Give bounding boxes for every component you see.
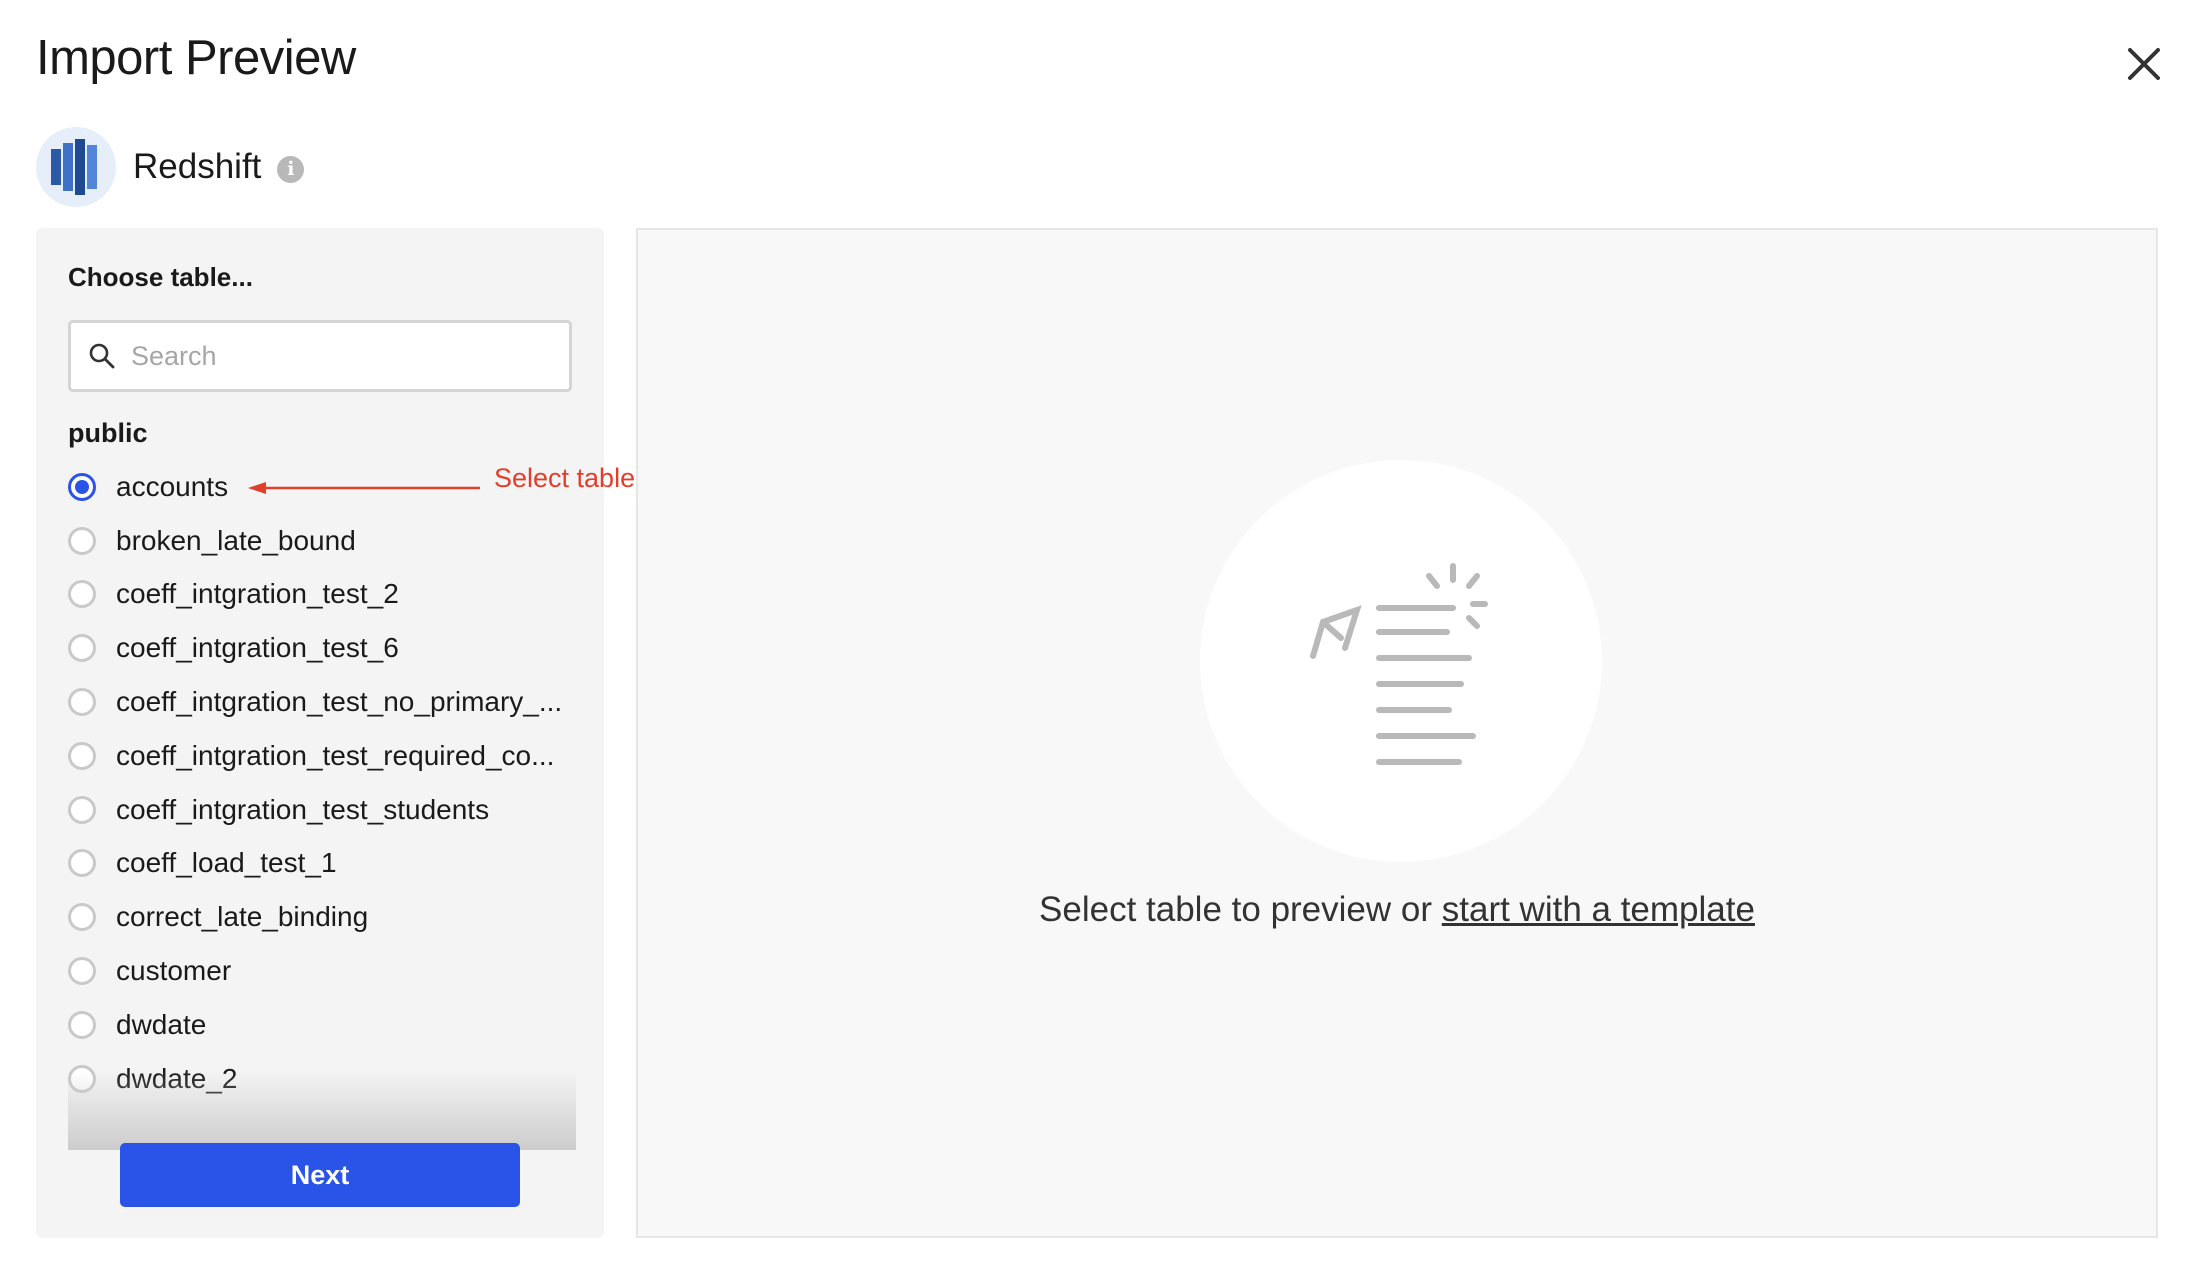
table-option[interactable]: coeff_intgration_test_2: [68, 568, 576, 622]
table-option[interactable]: dwdate: [68, 998, 576, 1052]
preview-panel: Select table to preview or start with a …: [636, 228, 2158, 1238]
table-option[interactable]: dwdate_2: [68, 1052, 576, 1106]
radio-unchecked[interactable]: [68, 526, 96, 555]
info-icon[interactable]: i: [277, 155, 305, 183]
table-option[interactable]: coeff_intgration_test_students: [68, 783, 576, 837]
table-option-label: accounts: [116, 470, 229, 502]
dialog-title: Import Preview: [36, 31, 356, 85]
search-input[interactable]: [129, 339, 553, 373]
table-option[interactable]: coeff_intgration_test_6: [68, 621, 576, 675]
document-send-icon: [1310, 563, 1488, 765]
table-option-label: coeff_intgration_test_required_co...: [116, 739, 555, 771]
radio-unchecked[interactable]: [68, 957, 96, 986]
table-option-label: coeff_load_test_1: [116, 847, 337, 879]
radio-unchecked[interactable]: [68, 634, 96, 663]
radio-unchecked[interactable]: [68, 741, 96, 770]
table-option-label: coeff_intgration_test_students: [116, 793, 490, 825]
table-option[interactable]: customer: [68, 944, 576, 998]
radio-unchecked[interactable]: [68, 903, 96, 932]
radio-checked[interactable]: [68, 472, 96, 501]
radio-unchecked[interactable]: [68, 1064, 96, 1093]
table-picker-panel: Choose table... public accounts broken_la…: [36, 228, 604, 1238]
search-icon: [89, 343, 115, 369]
table-option-label: coeff_intgration_test_6: [116, 632, 399, 664]
table-option[interactable]: broken_late_bound: [68, 514, 576, 568]
radio-unchecked[interactable]: [68, 795, 96, 824]
schema-label: public: [68, 418, 148, 448]
source-name: Redshift: [133, 147, 262, 186]
table-option[interactable]: correct_late_binding: [68, 890, 576, 944]
preview-illustration: [1200, 460, 1602, 862]
radio-unchecked[interactable]: [68, 1010, 96, 1039]
redshift-logo-icon: [36, 127, 116, 207]
table-option-label: dwdate_2: [116, 1062, 238, 1094]
table-option[interactable]: coeff_intgration_test_no_primary_...: [68, 675, 576, 729]
close-button[interactable]: [2120, 40, 2168, 88]
table-option-label: broken_late_bound: [116, 524, 356, 556]
search-field[interactable]: [68, 320, 572, 392]
radio-unchecked[interactable]: [68, 688, 96, 717]
close-icon: [2128, 48, 2160, 80]
choose-table-heading: Choose table...: [68, 262, 253, 292]
table-option[interactable]: coeff_intgration_test_required_co...: [68, 729, 576, 783]
table-option[interactable]: coeff_load_test_1: [68, 837, 576, 891]
radio-unchecked[interactable]: [68, 580, 96, 609]
annotation-label: Select table: [494, 463, 636, 493]
table-option-label: customer: [116, 955, 232, 987]
preview-message-text: Select table to preview or: [1039, 890, 1442, 929]
table-option-label: correct_late_binding: [116, 901, 369, 933]
radio-unchecked[interactable]: [68, 849, 96, 878]
table-list[interactable]: accounts broken_late_bound coeff_intgratio…: [68, 460, 576, 1150]
data-source-header: Redshift i: [36, 126, 305, 208]
start-with-template-link[interactable]: start with a template: [1442, 890, 1755, 929]
table-option-label: coeff_intgration_test_no_primary_...: [116, 686, 563, 718]
table-option-label: coeff_intgration_test_2: [116, 578, 399, 610]
preview-message: Select table to preview or start with a …: [638, 890, 2156, 930]
next-button[interactable]: Next: [120, 1143, 520, 1207]
table-option-label: dwdate: [116, 1008, 207, 1040]
